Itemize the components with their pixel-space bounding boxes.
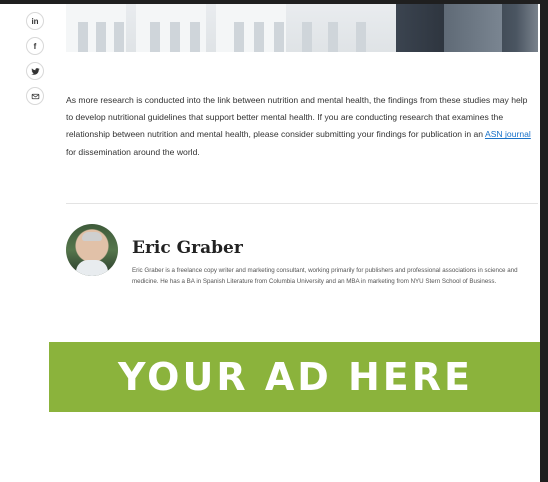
- top-edge: [0, 0, 548, 4]
- linkedin-label: in: [31, 16, 39, 26]
- page-gutter: [540, 0, 548, 482]
- section-divider: [66, 203, 538, 204]
- email-icon[interactable]: [26, 87, 44, 105]
- author-bio: Eric Graber is a freelance copy writer a…: [132, 267, 518, 286]
- article-hero-image: [66, 4, 538, 52]
- paragraph-text-end: for dissemination around the world.: [66, 146, 200, 157]
- asn-journal-link[interactable]: ASN journal: [485, 129, 531, 139]
- facebook-icon[interactable]: f: [26, 37, 44, 55]
- linkedin-icon[interactable]: in: [26, 12, 44, 30]
- article-paragraph: As more research is conducted into the l…: [66, 92, 536, 161]
- twitter-icon[interactable]: [26, 62, 44, 80]
- author-name: Eric Graber: [132, 238, 243, 258]
- paragraph-text-start: As more research is conducted into the l…: [66, 95, 528, 140]
- ad-banner-text: YOUR AD HERE: [118, 355, 473, 399]
- twitter-bird-glyph: [30, 67, 40, 75]
- share-rail: in f: [26, 12, 46, 105]
- facebook-label: f: [33, 41, 37, 51]
- ad-banner[interactable]: YOUR AD HERE: [49, 342, 542, 412]
- author-avatar: [66, 224, 118, 276]
- envelope-glyph: [31, 93, 39, 99]
